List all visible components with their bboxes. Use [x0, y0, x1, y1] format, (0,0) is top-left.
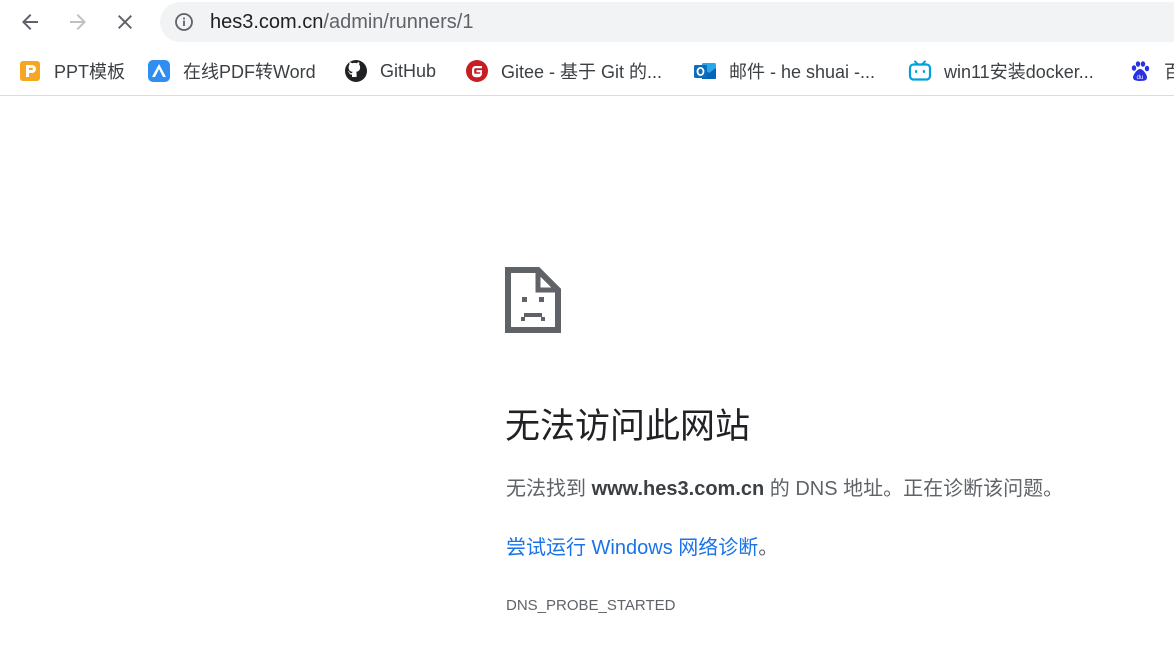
- bookmark-label: 百: [1164, 58, 1174, 84]
- stop-loading-icon: [118, 15, 132, 29]
- baidu-icon: du: [1128, 59, 1152, 83]
- bookmark-label: win11安装docker...: [944, 62, 1094, 82]
- stop-loading-button[interactable]: [108, 5, 142, 39]
- forward-icon: [70, 14, 86, 30]
- error-message: 无法找到 www.hes3.com.cn 的 DNS 地址。正在诊断该问题。: [506, 476, 1063, 502]
- bookmark-pdf-to-word[interactable]: 在线PDF转Word: [147, 56, 316, 86]
- bookmark-ppt[interactable]: PPT模板: [18, 56, 125, 86]
- browser-toolbar: hes3.com.cn/admin/runners/1: [0, 0, 1174, 44]
- error-host: www.hes3.com.cn: [591, 478, 765, 500]
- bookmark-baidu[interactable]: du 百: [1128, 56, 1174, 86]
- forward-button[interactable]: [61, 5, 95, 39]
- network-diagnostics-link[interactable]: 尝试运行 Windows 网络诊断: [506, 537, 758, 559]
- back-icon: [22, 14, 38, 30]
- url-path: /admin/runners/1: [323, 11, 474, 33]
- bookmark-gitee[interactable]: Gitee - 基于 Git 的...: [465, 56, 662, 86]
- bookmark-label: PPT模板: [54, 62, 126, 82]
- url-host: hes3.com.cn: [210, 11, 324, 33]
- diagnostics-line: 尝试运行 Windows 网络诊断。: [506, 535, 778, 561]
- bookmark-label: Gitee - 基于 Git 的...: [501, 62, 663, 82]
- bookmark-label: 邮件 - he shuai -...: [729, 62, 876, 82]
- bilibili-icon: [908, 59, 932, 83]
- pdf-convert-icon: [147, 59, 171, 83]
- back-button[interactable]: [13, 5, 47, 39]
- error-message-suffix: 的 DNS 地址。正在诊断该问题。: [764, 478, 1064, 500]
- bookmark-label: GitHub: [380, 60, 437, 81]
- error-code: DNS_PROBE_STARTED: [506, 597, 676, 614]
- ppt-icon: [18, 59, 42, 83]
- sad-page-icon: [505, 267, 561, 333]
- address-url[interactable]: hes3.com.cn/admin/runners/1: [210, 11, 473, 33]
- error-title: 无法访问此网站: [505, 407, 751, 446]
- bookmark-outlook[interactable]: 邮件 - he shuai -...: [693, 56, 875, 86]
- bookmark-label: 在线PDF转Word: [183, 62, 316, 82]
- bookmarks-bar: PPT模板 在线PDF转Word GitHub Gitee - 基于 Git 的…: [0, 48, 1174, 96]
- outlook-icon: [693, 59, 717, 83]
- bookmark-bilibili[interactable]: win11安装docker...: [908, 56, 1094, 86]
- bookmark-github[interactable]: GitHub: [344, 56, 436, 86]
- svg-text:du: du: [1137, 75, 1144, 81]
- error-page: 无法访问此网站 无法找到 www.hes3.com.cn 的 DNS 地址。正在…: [0, 97, 1174, 647]
- github-icon: [344, 59, 368, 83]
- diagnostics-suffix: 。: [758, 537, 779, 559]
- site-info-icon[interactable]: [174, 12, 194, 32]
- address-bar[interactable]: hes3.com.cn/admin/runners/1: [160, 2, 1174, 42]
- gitee-icon: [465, 59, 489, 83]
- error-message-prefix: 无法找到: [506, 478, 592, 500]
